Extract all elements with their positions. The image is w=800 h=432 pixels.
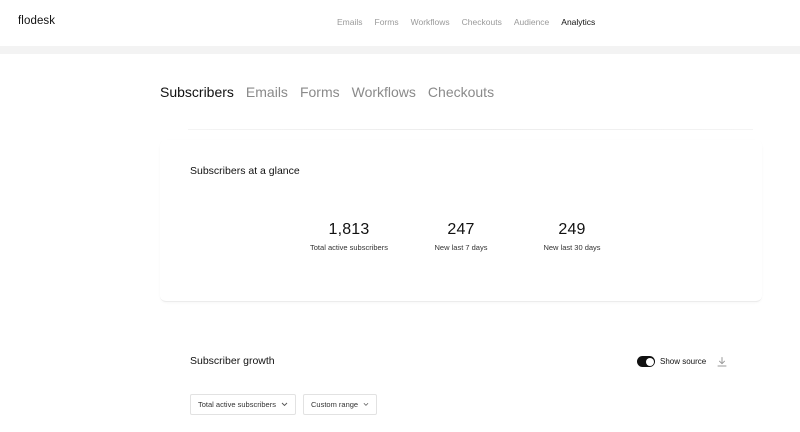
growth-title: Subscriber growth: [190, 355, 275, 367]
analytics-tabs: Subscribers Emails Forms Workflows Check…: [160, 84, 494, 100]
glance-title: Subscribers at a glance: [190, 165, 300, 177]
metric-select-value: Total active subscribers: [198, 400, 276, 409]
range-select-value: Custom range: [311, 400, 359, 409]
tab-subscribers[interactable]: Subscribers: [160, 84, 234, 100]
top-navigation-bar: flodesk Emails Forms Workflows Checkouts…: [0, 0, 800, 46]
nav-item-workflows[interactable]: Workflows: [411, 17, 450, 27]
stat-label: New last 30 days: [543, 243, 601, 252]
stat-value: 1,813: [328, 221, 370, 238]
app-logo[interactable]: flodesk: [18, 15, 55, 27]
show-source-label: Show source: [660, 357, 707, 366]
chevron-down-icon: [281, 402, 288, 407]
show-source-toggle[interactable]: [637, 356, 655, 367]
stat-label: New last 7 days: [434, 243, 488, 252]
tab-workflows[interactable]: Workflows: [352, 84, 416, 100]
stat-label: Total active subscribers: [310, 243, 388, 252]
nav-item-analytics[interactable]: Analytics: [561, 17, 595, 27]
tab-forms[interactable]: Forms: [300, 84, 340, 100]
chevron-down-icon: [363, 402, 369, 406]
nav-item-checkouts[interactable]: Checkouts: [462, 17, 502, 27]
section-divider: [188, 129, 753, 130]
nav-item-audience[interactable]: Audience: [514, 17, 549, 27]
stat-new-7-days: 247 New last 7 days: [430, 221, 492, 252]
metric-select[interactable]: Total active subscribers: [190, 394, 296, 415]
header-divider-band: [0, 46, 800, 54]
stat-new-30-days: 249 New last 30 days: [538, 221, 606, 252]
main-nav: Emails Forms Workflows Checkouts Audienc…: [337, 17, 595, 27]
range-select[interactable]: Custom range: [303, 394, 377, 415]
show-source-toggle-group: Show source: [637, 356, 706, 367]
tab-emails[interactable]: Emails: [246, 84, 288, 100]
subscribers-glance-card: Subscribers at a glance 1,813 Total acti…: [160, 140, 762, 302]
nav-item-forms[interactable]: Forms: [375, 17, 399, 27]
stat-total-active: 1,813 Total active subscribers: [307, 221, 391, 252]
tab-checkouts[interactable]: Checkouts: [428, 84, 494, 100]
nav-item-emails[interactable]: Emails: [337, 17, 363, 27]
download-icon[interactable]: [716, 356, 728, 368]
stat-value: 249: [558, 221, 586, 238]
stat-value: 247: [447, 221, 475, 238]
